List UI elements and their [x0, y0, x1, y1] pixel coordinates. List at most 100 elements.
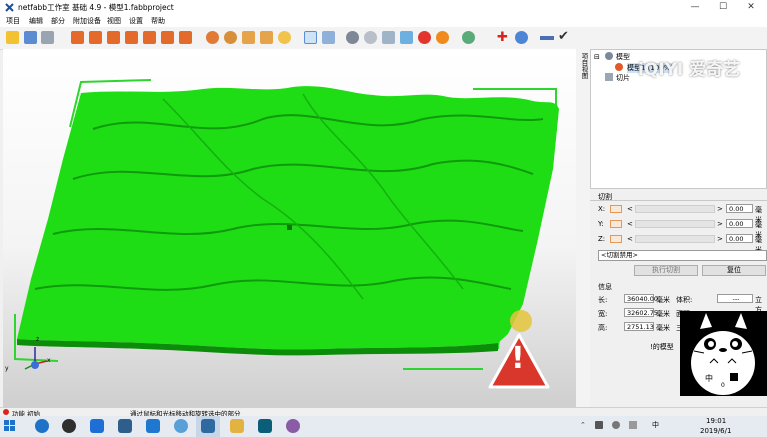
check-icon[interactable]: ✔ — [558, 29, 569, 44]
terrain-render — [14, 79, 559, 389]
cut-x-slider[interactable] — [635, 205, 715, 213]
cut-z-slider[interactable] — [635, 235, 715, 243]
3d-viewport[interactable]: z x y ! — [3, 49, 577, 407]
shading-icon[interactable] — [418, 31, 431, 44]
measure-icon[interactable] — [322, 31, 335, 44]
start-icon[interactable] — [4, 420, 16, 432]
minus-icon[interactable] — [540, 36, 554, 40]
taskbar-app-9-icon[interactable] — [258, 419, 272, 433]
analysis-icon[interactable] — [382, 31, 395, 44]
taskbar-app-3-icon[interactable] — [90, 419, 104, 433]
cut-y-label: Y: — [598, 220, 604, 228]
title-bar: netfabb工作室 基础 4.9 - 模型1.fabbproject — ☐ … — [0, 0, 767, 16]
view-back-icon[interactable] — [89, 31, 102, 44]
texture-icon[interactable] — [436, 31, 449, 44]
status-indicator-icon — [3, 409, 9, 415]
taskbar-date[interactable]: 2019/6/1 — [700, 427, 731, 435]
totoro-num-label: 0 — [721, 382, 725, 389]
view-left-icon[interactable] — [107, 31, 120, 44]
menu-part[interactable]: 部分 — [51, 16, 65, 26]
repair-icon[interactable] — [364, 31, 377, 44]
add-part-icon[interactable] — [346, 31, 359, 44]
view-bottom-icon[interactable] — [161, 31, 174, 44]
model-status-text: !的模型 — [650, 343, 674, 351]
cut-mode-value: <切割禁用> — [601, 251, 638, 259]
maximize-button[interactable]: ☐ — [709, 0, 737, 15]
menu-extras[interactable]: 附加设备 — [73, 16, 101, 26]
menu-settings[interactable]: 设置 — [129, 16, 143, 26]
rotate-icon[interactable] — [206, 31, 219, 44]
taskbar-app-10-icon[interactable] — [286, 419, 300, 433]
taskbar-ime[interactable]: 中 — [652, 420, 659, 430]
menu-edit[interactable]: 编辑 — [29, 16, 43, 26]
tray-network-icon[interactable] — [595, 421, 603, 429]
minimize-button[interactable]: — — [681, 0, 709, 15]
execute-cut-button[interactable]: 执行切割 — [634, 265, 698, 276]
open-folder-icon[interactable] — [6, 31, 19, 44]
tray-chevron-icon[interactable]: ⌃ — [580, 421, 586, 429]
view-3d-icon[interactable] — [179, 31, 192, 44]
cut-x-left-arrow[interactable]: < — [627, 205, 633, 213]
width-value: 32602.75 — [624, 308, 658, 317]
cut-x-input[interactable]: 0.00 — [726, 204, 753, 213]
cut-y-toggle[interactable] — [610, 220, 622, 228]
terrain-model — [17, 86, 559, 356]
view-right-icon[interactable] — [125, 31, 138, 44]
cut-z-toggle[interactable] — [610, 235, 622, 243]
cut-y-left-arrow[interactable]: < — [627, 220, 633, 228]
cut-z-left-arrow[interactable]: < — [627, 235, 633, 243]
taskbar-app-5-icon[interactable] — [146, 419, 160, 433]
cut-y-input[interactable]: 0.00 — [726, 219, 753, 228]
project-view-tab[interactable]: 项目视图 — [576, 49, 591, 407]
width-label: 宽: — [598, 310, 608, 318]
cut-y-right-arrow[interactable]: > — [717, 220, 723, 228]
cut-z-input[interactable]: 0.00 — [726, 234, 753, 243]
reset-button[interactable]: 复位 — [702, 265, 766, 276]
network-icon[interactable] — [462, 31, 475, 44]
height-value: 2751.13 — [624, 322, 654, 331]
pan-icon[interactable] — [224, 31, 237, 44]
add-icon[interactable]: ✚ — [497, 30, 508, 45]
tree-collapse-icon[interactable]: ⊟ — [594, 53, 600, 61]
taskbar-app-7-icon — [201, 419, 215, 433]
zoom-icon[interactable] — [278, 31, 291, 44]
window-title: netfabb工作室 基础 4.9 - 模型1.fabbproject — [18, 3, 174, 12]
color-icon[interactable] — [400, 31, 413, 44]
menu-project[interactable]: 项目 — [6, 16, 20, 26]
taskbar-app-4-icon[interactable] — [118, 419, 132, 433]
taskbar-app-2-icon[interactable] — [62, 419, 76, 433]
import-icon[interactable] — [24, 31, 37, 44]
view-top-icon[interactable] — [143, 31, 156, 44]
cut-mode-select[interactable]: <切割禁用> — [598, 250, 767, 261]
tree-models[interactable]: 模型 — [616, 52, 630, 62]
taskbar-app-6-icon[interactable] — [174, 419, 188, 433]
cursor-highlight — [510, 310, 532, 332]
cut-y-slider[interactable] — [635, 220, 715, 228]
select-icon[interactable] — [304, 31, 317, 44]
taskbar-app-1-icon[interactable] — [35, 419, 49, 433]
close-button[interactable]: ✕ — [737, 0, 765, 15]
save-icon[interactable] — [41, 31, 54, 44]
cut-x-right-arrow[interactable]: > — [717, 205, 723, 213]
tray-volume-icon[interactable] — [612, 421, 620, 429]
tray-battery-icon[interactable] — [629, 421, 637, 429]
options-icon[interactable] — [515, 31, 528, 44]
menu-bar: 项目 编辑 部分 附加设备 视图 设置 帮助 — [0, 15, 767, 27]
taskbar-time[interactable]: 19:01 — [706, 417, 726, 425]
zoom-fit-icon[interactable] — [242, 31, 255, 44]
info-section-title: 信息 — [598, 283, 612, 291]
length-label: 长: — [598, 296, 608, 304]
cut-z-right-arrow[interactable]: > — [717, 235, 723, 243]
taskbar-app-8-icon[interactable] — [230, 419, 244, 433]
slices-icon — [605, 73, 613, 81]
tree-slices[interactable]: 切片 — [616, 73, 630, 83]
menu-help[interactable]: 帮助 — [151, 16, 165, 26]
length-value: 36040.00 — [624, 294, 658, 303]
cut-x-toggle[interactable] — [610, 205, 622, 213]
zoom-area-icon[interactable] — [260, 31, 273, 44]
warning-symbol: ! — [511, 341, 525, 376]
view-front-icon[interactable] — [71, 31, 84, 44]
taskbar-active-app[interactable] — [196, 416, 220, 437]
height-label: 高: — [598, 324, 608, 332]
menu-view[interactable]: 视图 — [107, 16, 121, 26]
